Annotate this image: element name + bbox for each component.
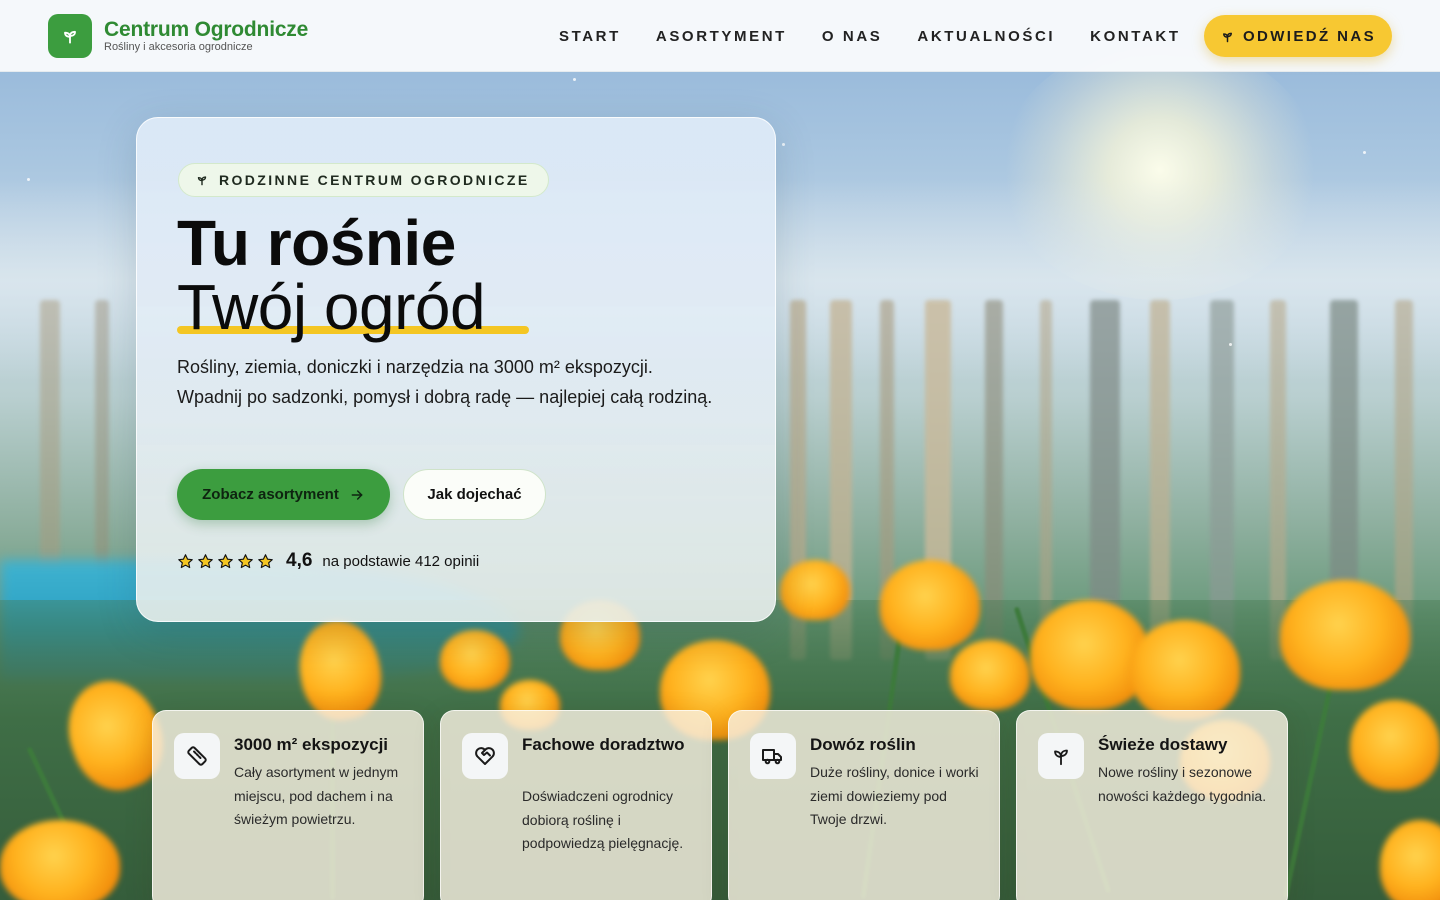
main-nav: START ASORTYMENT O NAS AKTUALNOŚCI KONTA… [559, 0, 1216, 72]
feature-card-delivery: Dowóz roślin Duże rośliny, donice i work… [728, 710, 1000, 900]
rating-stars [177, 553, 274, 570]
hero-card: RODZINNE CENTRUM OGRODNICZE Tu rośnie Tw… [136, 117, 776, 622]
hero-badge-label: RODZINNE CENTRUM OGRODNICZE [219, 172, 530, 188]
feature-text: Doświadczeni ogrodnicy dobiorą roślinę i… [522, 788, 684, 851]
star-icon [198, 553, 213, 568]
hero-title-line2: Twój ogród [177, 271, 486, 343]
brand-tagline: Rośliny i akcesoria ogrodnicze [104, 40, 253, 53]
feature-text: Nowe rośliny i sezonowe nowości każdego … [1098, 764, 1267, 804]
rating: 4,6 na podstawie 412 opinii [177, 550, 479, 572]
feature-title: 3000 m² ekspozycji [234, 735, 389, 754]
feature-title: Świeże dostawy [1098, 735, 1228, 754]
see-assortment-button[interactable]: Zobacz asortyment [177, 469, 390, 520]
star-icon [218, 553, 233, 568]
sprout-icon [1038, 733, 1084, 779]
brand-name: Centrum Ogrodnicze [104, 17, 309, 41]
star-icon [178, 553, 193, 568]
heart-handshake-icon [462, 733, 508, 779]
feature-card-fresh-deliveries: Świeże dostawy Nowe rośliny i sezonowe n… [1016, 710, 1288, 900]
brand-logo[interactable]: Centrum Ogrodnicze Rośliny i akcesoria o… [48, 13, 309, 58]
rating-value: 4,6 [286, 550, 313, 571]
feature-title: Dowóz roślin [810, 735, 916, 754]
arrow-right-icon [351, 489, 363, 500]
directions-button[interactable]: Jak dojechać [403, 469, 546, 520]
star-icon [238, 553, 253, 568]
nav-start[interactable]: START [559, 28, 621, 45]
feature-text: Cały asortyment w jednym miejscu, pod da… [234, 764, 399, 827]
hero-lead: Rośliny, ziemia, doniczki i narzędzia na… [177, 357, 713, 407]
nav-asortyment[interactable]: ASORTYMENT [656, 28, 787, 45]
nav-kontakt[interactable]: KONTAKT [1090, 28, 1180, 45]
feature-title: Fachowe doradztwo [522, 735, 685, 754]
see-assortment-label: Zobacz asortyment [202, 486, 339, 503]
nav-o-nas[interactable]: O NAS [822, 28, 883, 45]
truck-icon [750, 733, 796, 779]
sprout-icon [1222, 32, 1232, 42]
sprout-logo-icon [48, 13, 92, 58]
visit-us-label: ODWIEDŹ NAS [1242, 27, 1377, 45]
feature-text: Duże rośliny, donice i worki ziemi dowie… [810, 764, 979, 827]
visit-us-button[interactable]: ODWIEDŹ NAS [1204, 15, 1392, 57]
site-header: Centrum Ogrodnicze Rośliny i akcesoria o… [0, 0, 1440, 72]
nav-aktualnosci[interactable]: AKTUALNOŚCI [917, 28, 1055, 45]
star-icon [258, 553, 273, 568]
feature-card-exposition: 3000 m² ekspozycji Cały asortyment w jed… [152, 710, 424, 900]
rating-count-text: na podstawie 412 opinii [322, 552, 480, 570]
hero-badge: RODZINNE CENTRUM OGRODNICZE [178, 163, 549, 197]
hero-title-line1: Tu rośnie [177, 207, 456, 279]
ruler-icon [174, 733, 220, 779]
sprout-icon [197, 176, 207, 186]
feature-card-advice: Fachowe doradztwo Doświadczeni ogrodnicy… [440, 710, 712, 900]
